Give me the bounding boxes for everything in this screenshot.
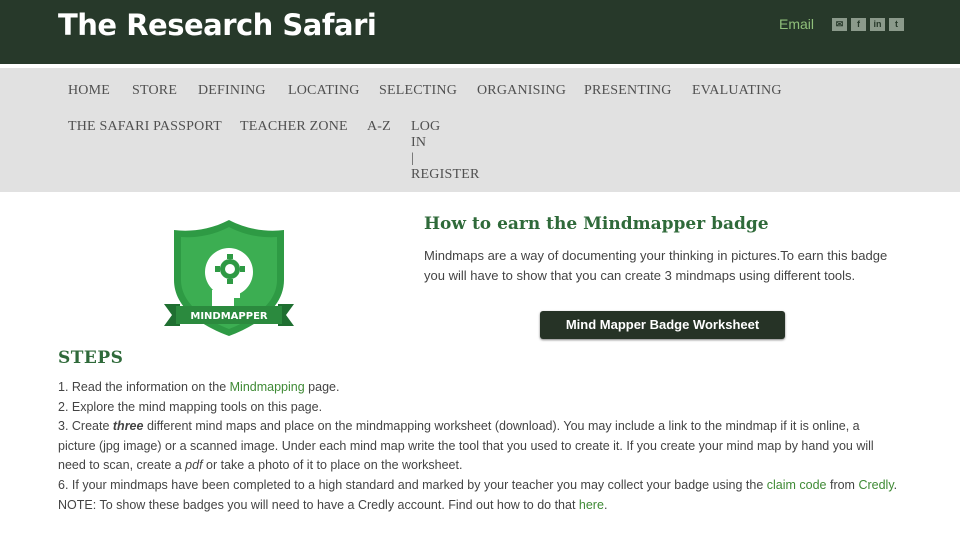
- nav-log-in[interactable]: LOG IN: [411, 119, 440, 151]
- step-6: 6. If your mindmaps have been completed …: [58, 476, 898, 496]
- social-links: Email ✉ f in t: [779, 16, 904, 32]
- site-header: The Research Safari Email ✉ f in t: [0, 0, 960, 64]
- step-2: 2. Explore the mind mapping tools on thi…: [58, 399, 323, 414]
- step-3-body: different mind maps and place on the min…: [58, 419, 874, 473]
- nav-separator: |: [411, 151, 414, 166]
- step-3: 3. Create three different mind maps and …: [58, 417, 898, 476]
- mindmapping-link[interactable]: Mindmapping: [230, 380, 305, 394]
- step-6-mid: from: [826, 477, 859, 492]
- note-text: NOTE: To show these badges you will need…: [58, 497, 579, 512]
- badge-heading-prefix: How to earn the: [424, 214, 584, 234]
- badge-description: Mindmaps are a way of documenting your t…: [424, 248, 888, 283]
- nav-in-label: IN: [411, 135, 427, 150]
- nav-teacher-zone[interactable]: TEACHER ZONE: [240, 119, 348, 135]
- step-6-tail: .: [893, 477, 898, 492]
- claim-code-link[interactable]: claim code: [767, 478, 827, 492]
- step-6-text: 6. If your mindmaps have been completed …: [58, 477, 767, 492]
- credly-link[interactable]: Credly: [858, 478, 893, 492]
- nav-locating[interactable]: LOCATING: [288, 83, 360, 99]
- step-3-pdf: pdf: [185, 458, 203, 473]
- main-nav: HOME STORE DEFINING LOCATING SELECTING O…: [0, 68, 960, 192]
- nav-a-z[interactable]: A-Z: [367, 119, 391, 135]
- email-icon[interactable]: ✉: [832, 17, 847, 31]
- step-1-tail: page.: [304, 380, 340, 394]
- badge-heading: How to earn the Mindmapper badge: [424, 214, 769, 234]
- site-title[interactable]: The Research Safari: [58, 8, 377, 42]
- nav-evaluating[interactable]: EVALUATING: [692, 83, 782, 99]
- nav-defining[interactable]: DEFINING: [198, 83, 266, 99]
- badge-shield-icon: MINDMAPPER: [164, 220, 294, 336]
- mindmapper-badge: MINDMAPPER: [160, 214, 298, 340]
- twitter-icon[interactable]: t: [889, 17, 904, 31]
- nav-safari-passport[interactable]: THE SAFARI PASSPORT: [68, 119, 222, 135]
- note: NOTE: To show these badges you will need…: [58, 496, 898, 516]
- nav-presenting[interactable]: PRESENTING: [584, 83, 672, 99]
- nav-store[interactable]: STORE: [132, 83, 177, 99]
- step-1-text: 1. Read the information on the: [58, 380, 230, 394]
- email-link[interactable]: Email: [779, 16, 814, 32]
- badge-heading-suffix: badge: [705, 214, 769, 234]
- nav-home[interactable]: HOME: [68, 83, 110, 99]
- step-3-emphasis: three: [112, 419, 144, 434]
- here-link[interactable]: here: [579, 498, 604, 512]
- facebook-icon[interactable]: f: [851, 17, 866, 31]
- note-tail: .: [603, 497, 608, 512]
- worksheet-button[interactable]: Mind Mapper Badge Worksheet: [540, 311, 785, 339]
- linkedin-icon[interactable]: in: [870, 17, 885, 31]
- nav-selecting[interactable]: SELECTING: [379, 83, 457, 99]
- nav-register[interactable]: REGISTER: [411, 167, 480, 183]
- steps-title: STEPS: [58, 348, 124, 368]
- nav-log-label: LOG: [411, 119, 441, 134]
- badge-ribbon-text: MINDMAPPER: [190, 311, 268, 322]
- badge-heading-bold: Mindmapper: [583, 214, 706, 234]
- step-3-text: 3. Create: [58, 419, 113, 434]
- steps-list: 1. Read the information on the Mindmappi…: [58, 378, 898, 515]
- step-3-tail: or take a photo of it to place on the wo…: [202, 458, 463, 473]
- step-1: 1. Read the information on the Mindmappi…: [58, 378, 898, 398]
- nav-organising[interactable]: ORGANISING: [477, 83, 566, 99]
